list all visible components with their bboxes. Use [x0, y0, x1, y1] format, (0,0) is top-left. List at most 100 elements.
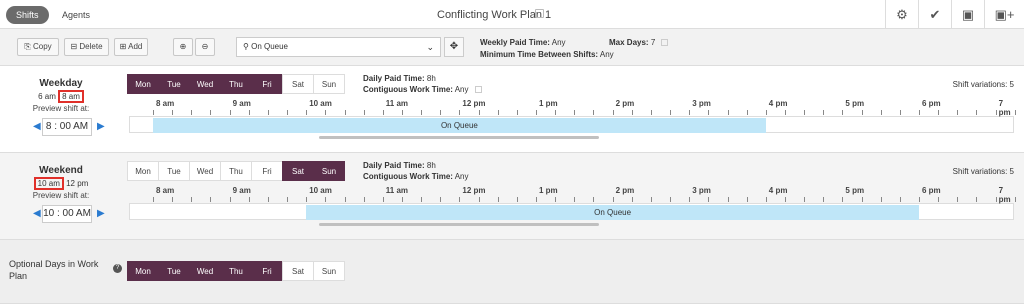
day-fri[interactable]: Fri [251, 161, 283, 181]
preview-time-input[interactable]: 8 : 00 AM [42, 118, 92, 136]
hour-tick [287, 197, 289, 202]
weekend-scrollbar[interactable] [319, 223, 599, 226]
weekday-shift-bar[interactable]: On Queue [153, 118, 766, 133]
hour-tick [401, 197, 403, 202]
hour-tick [497, 110, 499, 115]
edit-weekday-icon[interactable] [474, 86, 482, 94]
delete-label: Delete [79, 42, 103, 51]
hour-tick [555, 197, 557, 202]
preview-prev-icon[interactable]: ◀ [33, 208, 41, 219]
zoom-in-icon: ⊕ [179, 42, 187, 51]
weekend-day-selector: Mon Tue Wed Thu Fri Sat Sun [127, 161, 345, 181]
hour-tick [574, 197, 576, 202]
preview-prev-icon[interactable]: ◀ [33, 121, 41, 132]
hour-tick [670, 110, 672, 115]
preview-time-input[interactable]: 10 : 00 AM [42, 205, 92, 223]
hour-tick [957, 110, 959, 115]
weekday-paid-info: Daily Paid Time: 8h Contiguous Work Time… [363, 73, 482, 95]
save-icon[interactable]: ▣ [951, 0, 984, 29]
hour-tick [976, 110, 978, 115]
edit-settings-icon[interactable] [661, 39, 669, 47]
day-fri[interactable]: Fri [251, 261, 283, 281]
day-sun[interactable]: Sun [313, 161, 345, 181]
day-thu[interactable]: Thu [220, 74, 252, 94]
hour-tick [689, 110, 691, 115]
weekday-earliest-start[interactable]: 6 am [38, 92, 56, 101]
day-sat[interactable]: Sat [282, 161, 314, 181]
day-mon[interactable]: Mon [127, 161, 159, 181]
optional-days-label: Optional Days in Work Plan [9, 259, 99, 281]
delete-button[interactable]: ⊟ Delete [64, 38, 109, 56]
hour-label: 8 am [156, 186, 175, 195]
check-icon[interactable]: ✔ [918, 0, 951, 29]
weekend-paid-info: Daily Paid Time: 8h Contiguous Work Time… [363, 161, 469, 181]
tab-agents[interactable]: Agents [52, 6, 100, 24]
weekday-timeline: On Queue 8 am 9 am 10 am 11 am 12 pm 1 pm 2 pm… [129, 99, 1016, 139]
chevron-down-icon: ⌄ [426, 42, 434, 52]
hour-tick [631, 110, 633, 115]
preview-next-icon[interactable]: ▶ [97, 208, 105, 219]
day-thu[interactable]: Thu [220, 161, 252, 181]
hour-tick [363, 110, 365, 115]
zoom-out-button[interactable]: ⊖ [195, 38, 215, 56]
hour-tick [287, 110, 289, 115]
move-button[interactable]: ✥ [444, 37, 464, 57]
day-wed[interactable]: Wed [189, 261, 221, 281]
hour-tick [248, 197, 250, 202]
weekday-left-panel: Weekday 6 am 8 am Preview shift at: ◀ 8 … [0, 66, 122, 152]
hour-tick [306, 197, 308, 202]
day-wed[interactable]: Wed [189, 161, 221, 181]
toolbar: ⎘ Copy ⊟ Delete ⊞ Add ⊕ ⊖ ⚲ On Queue ⌄ ✥… [0, 29, 1024, 66]
save-plus-icon[interactable]: ▣+ [984, 0, 1024, 29]
hour-tick [382, 110, 384, 115]
hour-tick [765, 110, 767, 115]
preview-next-icon[interactable]: ▶ [97, 121, 105, 132]
weekend-section: Weekend 10 am 12 pm Preview shift at: ◀ … [0, 153, 1024, 240]
copy-button[interactable]: ⎘ Copy [17, 38, 59, 56]
hour-tick [938, 197, 940, 202]
day-mon[interactable]: Mon [127, 261, 159, 281]
day-sun[interactable]: Sun [313, 261, 345, 281]
hour-tick [995, 110, 997, 115]
hour-tick [689, 197, 691, 202]
hour-label: 12 pm [462, 99, 486, 108]
weekday-section: Weekday 6 am 8 am Preview shift at: ◀ 8 … [0, 66, 1024, 153]
weekend-track: On Queue [129, 203, 1014, 220]
day-tue[interactable]: Tue [158, 161, 190, 181]
weekend-earliest-start[interactable]: 10 am [33, 177, 64, 190]
day-thu[interactable]: Thu [220, 261, 252, 281]
weekday-start-times: 6 am 8 am [0, 90, 122, 103]
day-sat[interactable]: Sat [282, 74, 314, 94]
weekday-latest-start[interactable]: 8 am [58, 90, 84, 103]
hour-tick [210, 110, 212, 115]
add-button[interactable]: ⊞ Add [114, 38, 148, 56]
zoom-out-icon: ⊖ [201, 42, 209, 51]
day-sat[interactable]: Sat [282, 261, 314, 281]
day-wed[interactable]: Wed [189, 74, 221, 94]
hour-tick [919, 197, 920, 202]
day-fri[interactable]: Fri [251, 74, 283, 94]
tab-shifts[interactable]: Shifts [6, 6, 49, 24]
hour-tick [593, 197, 595, 202]
gear-icon[interactable]: ⚙ [885, 0, 918, 29]
weekend-latest-start[interactable]: 12 pm [66, 179, 88, 188]
hour-tick [784, 110, 786, 115]
weekend-shift-bar[interactable]: On Queue [306, 205, 919, 220]
move-icon: ✥ [449, 41, 459, 52]
hour-tick [574, 110, 576, 115]
preview-label: Preview shift at: [32, 191, 90, 200]
day-mon[interactable]: Mon [127, 74, 159, 94]
hour-tick [593, 110, 595, 115]
hour-tick [727, 197, 729, 202]
hour-tick [938, 110, 940, 115]
zoom-in-button[interactable]: ⊕ [173, 38, 193, 56]
preview-label: Preview shift at: [32, 104, 90, 113]
activity-select[interactable]: ⚲ On Queue ⌄ [236, 37, 441, 57]
hour-tick [267, 197, 269, 202]
weekday-scrollbar[interactable] [319, 136, 599, 139]
day-sun[interactable]: Sun [313, 74, 345, 94]
edit-title-icon[interactable] [535, 9, 544, 18]
help-icon[interactable]: ? [113, 264, 122, 273]
day-tue[interactable]: Tue [158, 74, 190, 94]
day-tue[interactable]: Tue [158, 261, 190, 281]
